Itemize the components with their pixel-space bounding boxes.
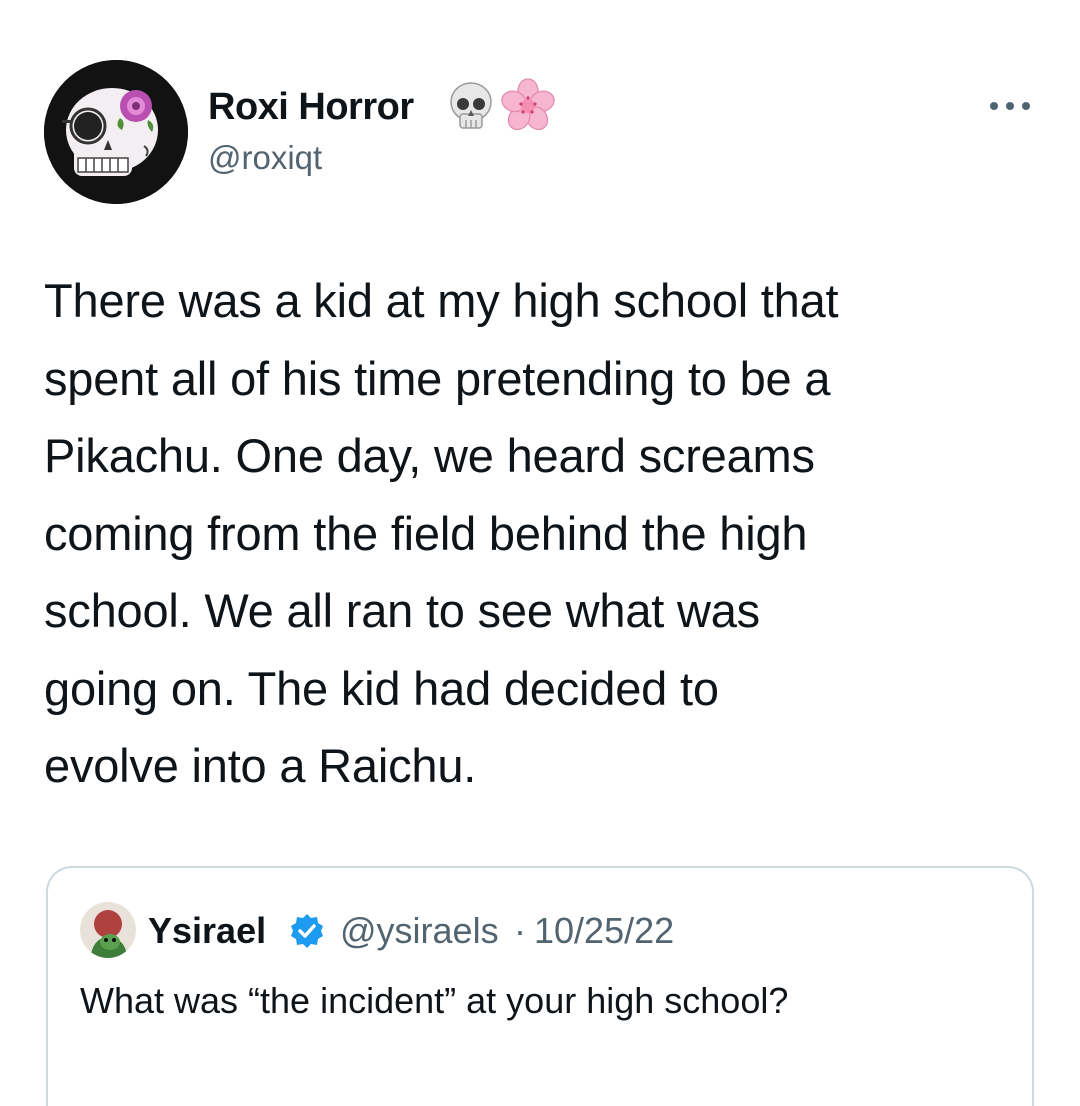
tweet-text-line: going on. The kid had decided to [44,661,719,715]
skull-emoji-icon [450,82,492,129]
more-horizontal-icon[interactable] [986,98,1034,114]
meta-separator: · [514,910,526,951]
verified-badge-icon [291,914,323,948]
tweet-text-line: school. We all ran to see what was [44,584,760,637]
quoted-tweet-text: What was “the incident” at your high sch… [80,980,789,1021]
skull-avatar-image [44,60,188,204]
tweet-text-line: coming from the field behind the high [44,506,808,560]
author-handle[interactable]: @roxiqt [208,136,322,180]
quoted-tweet-card[interactable]: Ysirael @ysiraels · 10/25/22 What was “t… [46,866,1034,1106]
tweet-text-line: There was a kid at my high school that [44,274,839,327]
author-display-name[interactable]: Roxi Horror [208,82,414,132]
tweet-text-line: evolve into a Raichu. [44,739,477,792]
author-avatar[interactable] [44,60,188,204]
quoted-tweet-date[interactable]: 10/25/22 [534,908,674,954]
quoted-author-name[interactable]: Ysirael [148,908,266,954]
quoted-avatar-image [80,902,136,958]
cherry-blossom-emoji-icon [501,78,555,131]
quoted-author-handle[interactable]: @ysiraels [340,908,499,954]
tweet-text-line: spent all of his time pretending to be a [44,351,831,405]
tweet-text-line: Pikachu. One day, we heard screams [44,429,815,482]
quoted-author-avatar[interactable] [80,902,136,958]
tweet-text: There was a kid at my high school that s… [44,262,1044,805]
